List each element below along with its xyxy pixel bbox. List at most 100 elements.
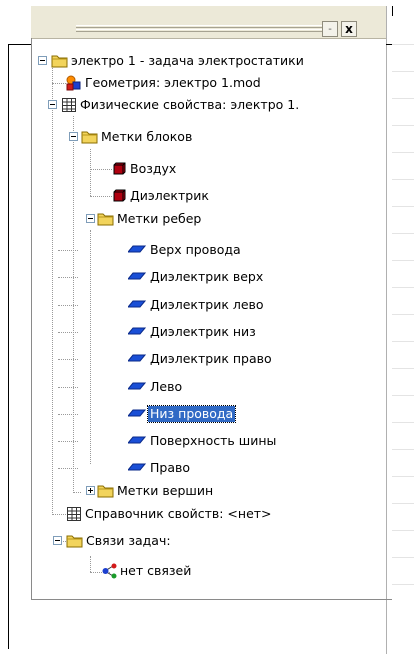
tree-node-label: Метки вершин (117, 483, 214, 498)
strip-separator (392, 44, 414, 45)
strip-separator (392, 341, 414, 342)
geometry-shapes-icon (66, 75, 82, 91)
edge-parallelogram-icon (128, 433, 146, 449)
tree-node-label: Лево (150, 379, 183, 394)
frame-line (8, 44, 32, 45)
strip-separator (392, 476, 414, 477)
tree-connector (90, 196, 112, 197)
folder-icon (51, 53, 68, 69)
tree-node-label: Диэлектрик низ (150, 324, 256, 339)
strip-separator (392, 125, 414, 126)
titlebar-grip (76, 25, 326, 28)
tree-connector (73, 492, 81, 493)
edge-parallelogram-icon (128, 406, 146, 422)
block-cube-icon (113, 188, 129, 204)
strip-separator (392, 422, 414, 423)
tree-connector (90, 149, 91, 196)
strip-separator (392, 368, 414, 369)
tree-connector (90, 230, 91, 464)
strip-separator (392, 395, 414, 396)
tree-node-label: Право (150, 460, 191, 475)
folder-icon (97, 211, 114, 227)
tree-node-label: Верх провода (150, 242, 241, 257)
link-nodes-icon (102, 563, 118, 579)
panel-titlebar: - x (31, 6, 386, 39)
tree-node-label: Диэлектрик право (150, 351, 272, 366)
strip-separator (392, 71, 414, 72)
tree-connector (58, 359, 78, 360)
tree-connector (58, 468, 78, 469)
expand-toggle[interactable] (86, 486, 95, 495)
edge-parallelogram-icon (128, 242, 146, 258)
tree-node-label: Диэлектрик лево (150, 297, 264, 312)
strip-separator (392, 179, 414, 180)
folder-icon (66, 533, 83, 549)
strip-separator (392, 314, 414, 315)
collapse-toggle[interactable] (38, 56, 47, 65)
tree-connector (58, 414, 78, 415)
tree-connector (52, 68, 53, 83)
adjacent-panel-strip (392, 44, 414, 600)
tree-node-label: Физические свойства: электро 1. (80, 97, 300, 112)
folder-icon (97, 483, 114, 499)
edge-parallelogram-icon (128, 269, 146, 285)
strip-separator (392, 152, 414, 153)
tree-node-label: Воздух (130, 161, 177, 176)
collapse-toggle[interactable] (86, 214, 95, 223)
strip-separator (392, 98, 414, 99)
tree-connector (58, 277, 78, 278)
edge-parallelogram-icon (128, 379, 146, 395)
tree-connector (58, 387, 78, 388)
edge-parallelogram-icon (128, 460, 146, 476)
tree-connector (58, 305, 78, 306)
strip-separator (392, 584, 414, 585)
tree-connector (90, 169, 112, 170)
tree-connector (90, 556, 91, 572)
edge-parallelogram-icon (128, 351, 146, 367)
frame-line (8, 44, 9, 649)
tree-node-label: Поверхность шины (150, 433, 277, 448)
close-icon: x (345, 22, 353, 36)
tree-node-label: Диэлектрик (130, 188, 209, 203)
edge-parallelogram-icon (128, 297, 146, 313)
block-cube-icon (113, 161, 129, 177)
strip-separator (392, 530, 414, 531)
tree-node-label: Диэлектрик верх (150, 269, 264, 284)
tree-node-label: электро 1 - задача электростатики (71, 53, 304, 68)
folder-icon (81, 129, 98, 145)
strip-separator (392, 260, 414, 261)
table-grid-icon (61, 97, 77, 113)
minimize-button[interactable]: - (322, 21, 338, 37)
edge-parallelogram-icon (128, 324, 146, 340)
frame-line (386, 6, 387, 654)
tree-connector (58, 441, 78, 442)
tree-node-label: Метки ребер (117, 211, 202, 226)
collapse-toggle[interactable] (53, 536, 62, 545)
collapse-toggle[interactable] (48, 100, 57, 109)
tree-node-label: Связи задач: (86, 533, 171, 548)
tree-connector (52, 83, 66, 84)
tree-node-label: Справочник свойств: <нет> (85, 506, 272, 521)
frame-line (392, 6, 393, 16)
tree-connector (58, 250, 78, 251)
strip-separator (392, 449, 414, 450)
tree-connector (58, 332, 78, 333)
tree-connector (52, 514, 66, 515)
tree-node-label: Низ провода (146, 405, 237, 423)
tree-node-label: нет связей (120, 563, 192, 578)
table-grid-icon (66, 506, 82, 522)
tree-node-label: Геометрия: электро 1.mod (85, 75, 261, 90)
titlebar-grip (76, 29, 326, 32)
strip-separator (392, 557, 414, 558)
tree-node-label: Метки блоков (101, 129, 193, 144)
close-button[interactable]: x (341, 21, 357, 37)
strip-separator (392, 206, 414, 207)
project-tree[interactable]: электро 1 - задача электростатики Геомет… (32, 44, 386, 599)
collapse-toggle[interactable] (69, 132, 78, 141)
tree-connector (73, 116, 74, 491)
frame-line (31, 599, 392, 600)
minimize-icon: - (328, 24, 332, 35)
strip-separator (392, 287, 414, 288)
strip-separator (392, 233, 414, 234)
tree-connector (52, 83, 53, 513)
